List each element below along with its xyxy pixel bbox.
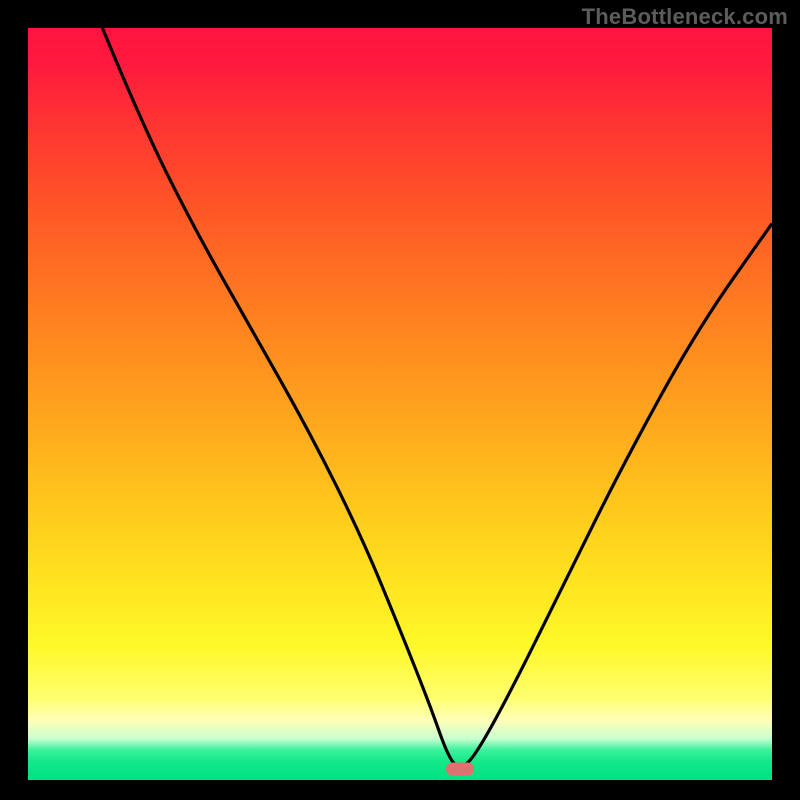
bottleneck-curve [102,28,772,766]
watermark-text: TheBottleneck.com [582,4,788,30]
curve-svg [28,28,772,780]
chart-frame: TheBottleneck.com [0,0,800,800]
optimal-marker [446,762,474,775]
plot-area [28,28,772,780]
